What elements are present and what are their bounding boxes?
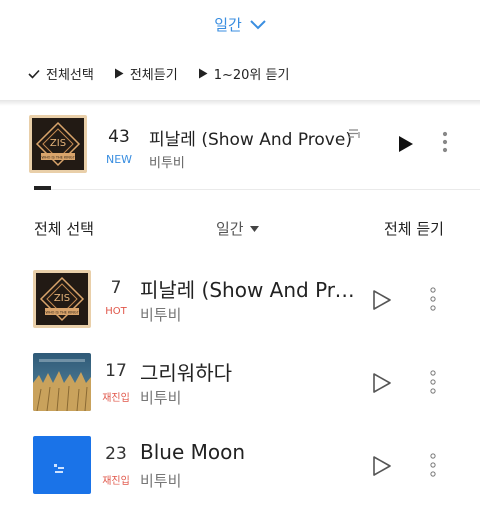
status-badge: HOT — [105, 306, 127, 317]
song-title[interactable]: 그리워하다 — [140, 357, 360, 386]
section-divider — [51, 189, 480, 190]
play-all-label: 전체듣기 — [129, 68, 178, 83]
select-all-label: 전체선택 — [46, 68, 94, 83]
chevron-down-icon — [250, 19, 266, 29]
more-options-icon[interactable] — [430, 453, 436, 477]
artist-name[interactable]: 비투비 — [140, 387, 181, 408]
play-icon[interactable] — [372, 372, 392, 394]
list-item[interactable]: 23 재진입 Blue Moon 비투비 — [0, 436, 480, 496]
play-icon[interactable] — [372, 289, 392, 311]
action-bar: 전체선택 전체듣기 1~20위 듣기 — [28, 64, 289, 83]
artist-name[interactable]: 비투비 — [140, 304, 181, 325]
svg-text:ZIS: ZIS — [54, 293, 70, 304]
album-cover-zis[interactable]: ZIS WHO IS THE KING? — [29, 115, 87, 173]
status-badge: 재진입 — [102, 476, 130, 487]
song-title[interactable]: Blue Moon — [140, 440, 360, 464]
now-playing-row[interactable]: ZIS WHO IS THE KING? 43 NEW 피날레 (Show An… — [0, 115, 480, 177]
rank-number: 23 — [105, 444, 127, 464]
album-cover-zis[interactable]: ZIS WHO IS THE KING? — [33, 270, 91, 328]
svg-text:WHO IS THE KING?: WHO IS THE KING? — [42, 156, 75, 160]
artist-name[interactable]: 비투비 — [140, 470, 181, 491]
period-label: 일간 — [214, 16, 242, 34]
list-play-all-button[interactable]: 전체 듣기 — [384, 218, 444, 239]
check-icon — [28, 69, 40, 79]
play-icon — [114, 68, 124, 79]
list-select-all-button[interactable]: 전체 선택 — [34, 218, 94, 239]
rank-number: 43 — [108, 127, 130, 147]
album-cover-blue[interactable] — [33, 436, 91, 494]
period-selector-top[interactable]: 일간 — [0, 14, 480, 35]
rank-number: 7 — [110, 278, 122, 298]
album-cover-field[interactable] — [33, 353, 91, 411]
play-icon[interactable] — [398, 135, 414, 153]
status-badge: 재진입 — [102, 393, 130, 404]
more-options-icon[interactable] — [430, 287, 436, 311]
more-options-icon[interactable] — [442, 131, 448, 153]
header-divider — [0, 100, 480, 106]
play-icon — [198, 68, 208, 79]
caret-down-icon — [249, 225, 259, 232]
list-item[interactable]: 17 재진입 그리워하다 비투비 — [0, 353, 480, 413]
now-playing-indicator — [34, 186, 51, 190]
artist-name[interactable]: 비투비 — [149, 152, 185, 171]
period-dropdown[interactable]: 일간 — [216, 218, 259, 239]
select-all-button[interactable]: 전체선택 — [28, 64, 94, 83]
period-dropdown-label: 일간 — [216, 220, 244, 238]
lyrics-icon[interactable] — [349, 129, 361, 139]
play-icon[interactable] — [372, 455, 392, 477]
svg-text:WHO IS THE KING?: WHO IS THE KING? — [46, 311, 79, 315]
more-options-icon[interactable] — [430, 370, 436, 394]
svg-text:ZIS: ZIS — [50, 138, 66, 149]
rank-number: 17 — [105, 361, 127, 381]
status-badge: NEW — [105, 153, 133, 166]
play-range-button[interactable]: 1~20위 듣기 — [198, 64, 290, 83]
list-item[interactable]: ZIS WHO IS THE KING? 7 HOT 피날레 (Show And… — [0, 270, 480, 330]
song-title[interactable]: 피날레 (Show And Pro… — [140, 274, 360, 303]
play-all-button[interactable]: 전체듣기 — [114, 64, 178, 83]
song-title[interactable]: 피날레 (Show And Prove) — [149, 125, 352, 150]
play-range-label: 1~20위 듣기 — [213, 68, 290, 83]
list-header: 전체 선택 일간 전체 듣기 — [0, 218, 480, 240]
